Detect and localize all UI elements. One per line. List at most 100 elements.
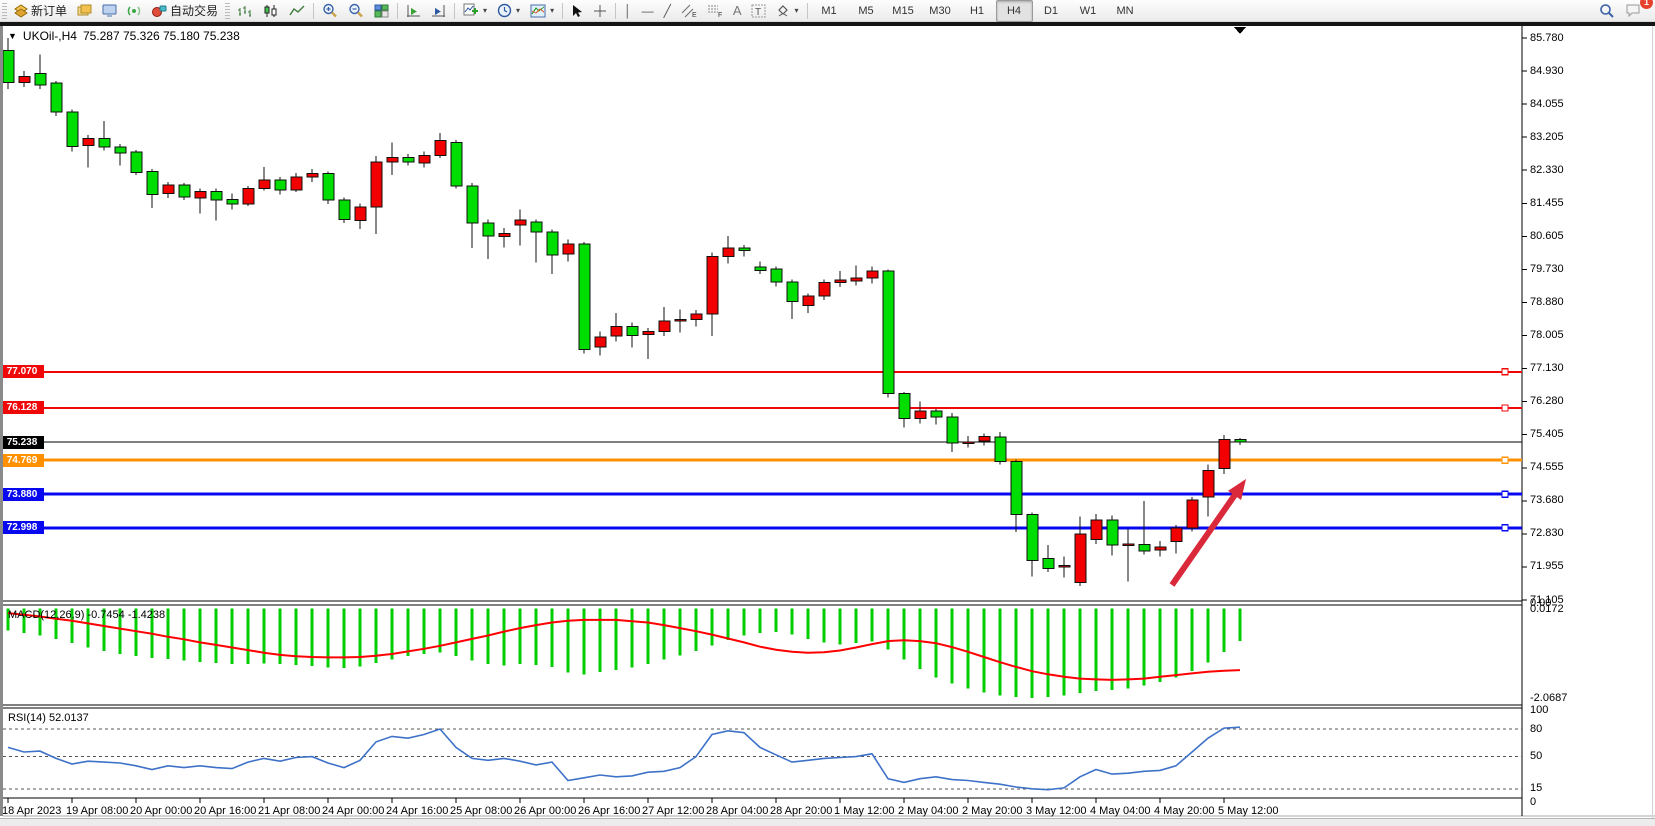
signals-button[interactable] [122, 0, 147, 22]
price-line-chip[interactable]: 74.769 [0, 454, 44, 467]
candle-body [259, 180, 270, 189]
candle-body [1171, 528, 1182, 542]
template-icon [530, 4, 546, 18]
add-indicator-caret[interactable]: ▾ [483, 6, 487, 15]
tile-windows-button[interactable] [369, 0, 394, 22]
candle-body [387, 158, 398, 162]
timeframe-mn[interactable]: MN [1107, 0, 1144, 22]
toolbar-drag-handle[interactable] [225, 3, 230, 19]
candle-body [1059, 565, 1070, 567]
timeframe-d1[interactable]: D1 [1033, 0, 1070, 22]
timeframe-m1[interactable]: M1 [811, 0, 848, 22]
auto-trading-button[interactable]: 自动交易 [147, 0, 223, 22]
zoom-out-button[interactable] [343, 0, 369, 22]
search-button[interactable] [1594, 0, 1620, 22]
candle-body [595, 337, 606, 347]
add-indicator-button[interactable]: ▾ [458, 0, 492, 22]
time-axis-label: 20 Apr 16:00 [194, 805, 256, 817]
time-axis-label: 2 May 20:00 [962, 805, 1023, 817]
fibonacci-tool[interactable]: F [702, 0, 728, 22]
rsi-level-label: 50 [1530, 750, 1542, 762]
candle-body [707, 256, 718, 313]
candlestick-chart-button[interactable] [258, 0, 284, 22]
price-line-chip[interactable]: 73.880 [0, 488, 44, 501]
timeframe-group: M1M5M15M30H1H4D1W1MN [811, 0, 1144, 22]
shapes-caret[interactable]: ▾ [794, 6, 798, 15]
notification-badge: 1 [1640, 0, 1653, 9]
price-line-chip[interactable]: 77.070 [0, 365, 44, 378]
template-button[interactable]: ▾ [525, 0, 559, 22]
horizontal-line-tool[interactable]: — [637, 0, 659, 22]
trendline-tool[interactable]: ╱ [659, 0, 676, 22]
mt4-window: 新订单 自动交易 [0, 0, 1655, 826]
candle-body [195, 192, 206, 199]
shapes-tool[interactable]: ▾ [771, 0, 803, 22]
candlestick-icon [263, 4, 279, 18]
timeframe-w1[interactable]: W1 [1070, 0, 1107, 22]
candle-body [627, 327, 638, 336]
symbol-dropdown-icon[interactable]: ▼ [8, 31, 17, 41]
candle-body [339, 200, 350, 219]
period-caret[interactable]: ▾ [516, 6, 520, 15]
candle-body [563, 244, 574, 254]
timeframe-m15[interactable]: M15 [885, 0, 922, 22]
price-tick-label: 79.730 [1530, 263, 1564, 275]
candle-body [467, 186, 478, 223]
charts-button[interactable] [72, 0, 97, 22]
text-label-tool[interactable]: T [746, 0, 771, 22]
macd-scale-min: -2.0687 [1530, 692, 1567, 704]
price-tick-label: 85.780 [1530, 32, 1564, 44]
bar-chart-button[interactable] [232, 0, 258, 22]
fibonacci-icon: F [707, 4, 723, 18]
window-right-border [1652, 26, 1653, 818]
period-button[interactable]: ▾ [492, 0, 525, 22]
time-axis-label: 20 Apr 00:00 [130, 805, 192, 817]
price-tick-label: 78.880 [1530, 296, 1564, 308]
candle-body [1091, 520, 1102, 539]
auto-scroll-button[interactable] [426, 0, 451, 22]
candle-body [819, 283, 830, 296]
signal-icon [127, 4, 142, 18]
time-axis-label: 3 May 12:00 [1026, 805, 1087, 817]
new-order-button[interactable]: 新订单 [9, 0, 72, 22]
horizontal-lines[interactable] [3, 369, 1522, 531]
timeframe-h1[interactable]: H1 [959, 0, 996, 22]
line-chart-button[interactable] [284, 0, 310, 22]
crosshair-tool-button[interactable] [588, 0, 612, 22]
timeframe-h4[interactable]: H4 [996, 0, 1033, 22]
market-watch-button[interactable] [97, 0, 122, 22]
notifications-button[interactable]: 1 [1620, 0, 1647, 22]
candle-body [99, 138, 110, 146]
template-caret[interactable]: ▾ [550, 6, 554, 15]
text-tool[interactable]: A [728, 0, 747, 22]
symbol-header[interactable]: ▼ UKOil-,H4 75.287 75.326 75.180 75.238 [8, 29, 240, 43]
timeframe-m30[interactable]: M30 [922, 0, 959, 22]
zoom-in-icon [322, 3, 338, 18]
cursor-tool-button[interactable] [566, 0, 588, 22]
price-line-chip[interactable]: 72.998 [0, 521, 44, 534]
equidistant-channel-tool[interactable]: E [676, 0, 702, 22]
vertical-line-tool[interactable]: │ [619, 0, 637, 22]
macd-pane [8, 609, 1240, 698]
price-tick-label: 74.555 [1530, 461, 1564, 473]
candle-body [963, 442, 974, 443]
time-axis-label: 2 May 04:00 [898, 805, 959, 817]
zoom-in-button[interactable] [317, 0, 343, 22]
chart-area[interactable]: ▼ UKOil-,H4 75.287 75.326 75.180 75.238 … [0, 26, 1655, 818]
svg-text:T: T [755, 7, 761, 18]
candle-body [931, 411, 942, 417]
candle-body [1123, 544, 1134, 545]
timeframe-m5[interactable]: M5 [848, 0, 885, 22]
chart-shift-marker[interactable] [1234, 27, 1246, 34]
toolbar-drag-handle[interactable] [2, 3, 7, 19]
price-line-chip[interactable]: 76.128 [0, 401, 44, 414]
text-label-icon: T [751, 4, 766, 18]
candle-body [243, 189, 254, 204]
candle-body [163, 185, 174, 193]
candle-body [483, 223, 494, 236]
candle-body [83, 138, 94, 145]
chart-shift-button[interactable] [401, 0, 426, 22]
candle-body [147, 171, 158, 194]
symbol-ohlc: 75.287 75.326 75.180 75.238 [83, 29, 240, 43]
candle-body [371, 162, 382, 207]
